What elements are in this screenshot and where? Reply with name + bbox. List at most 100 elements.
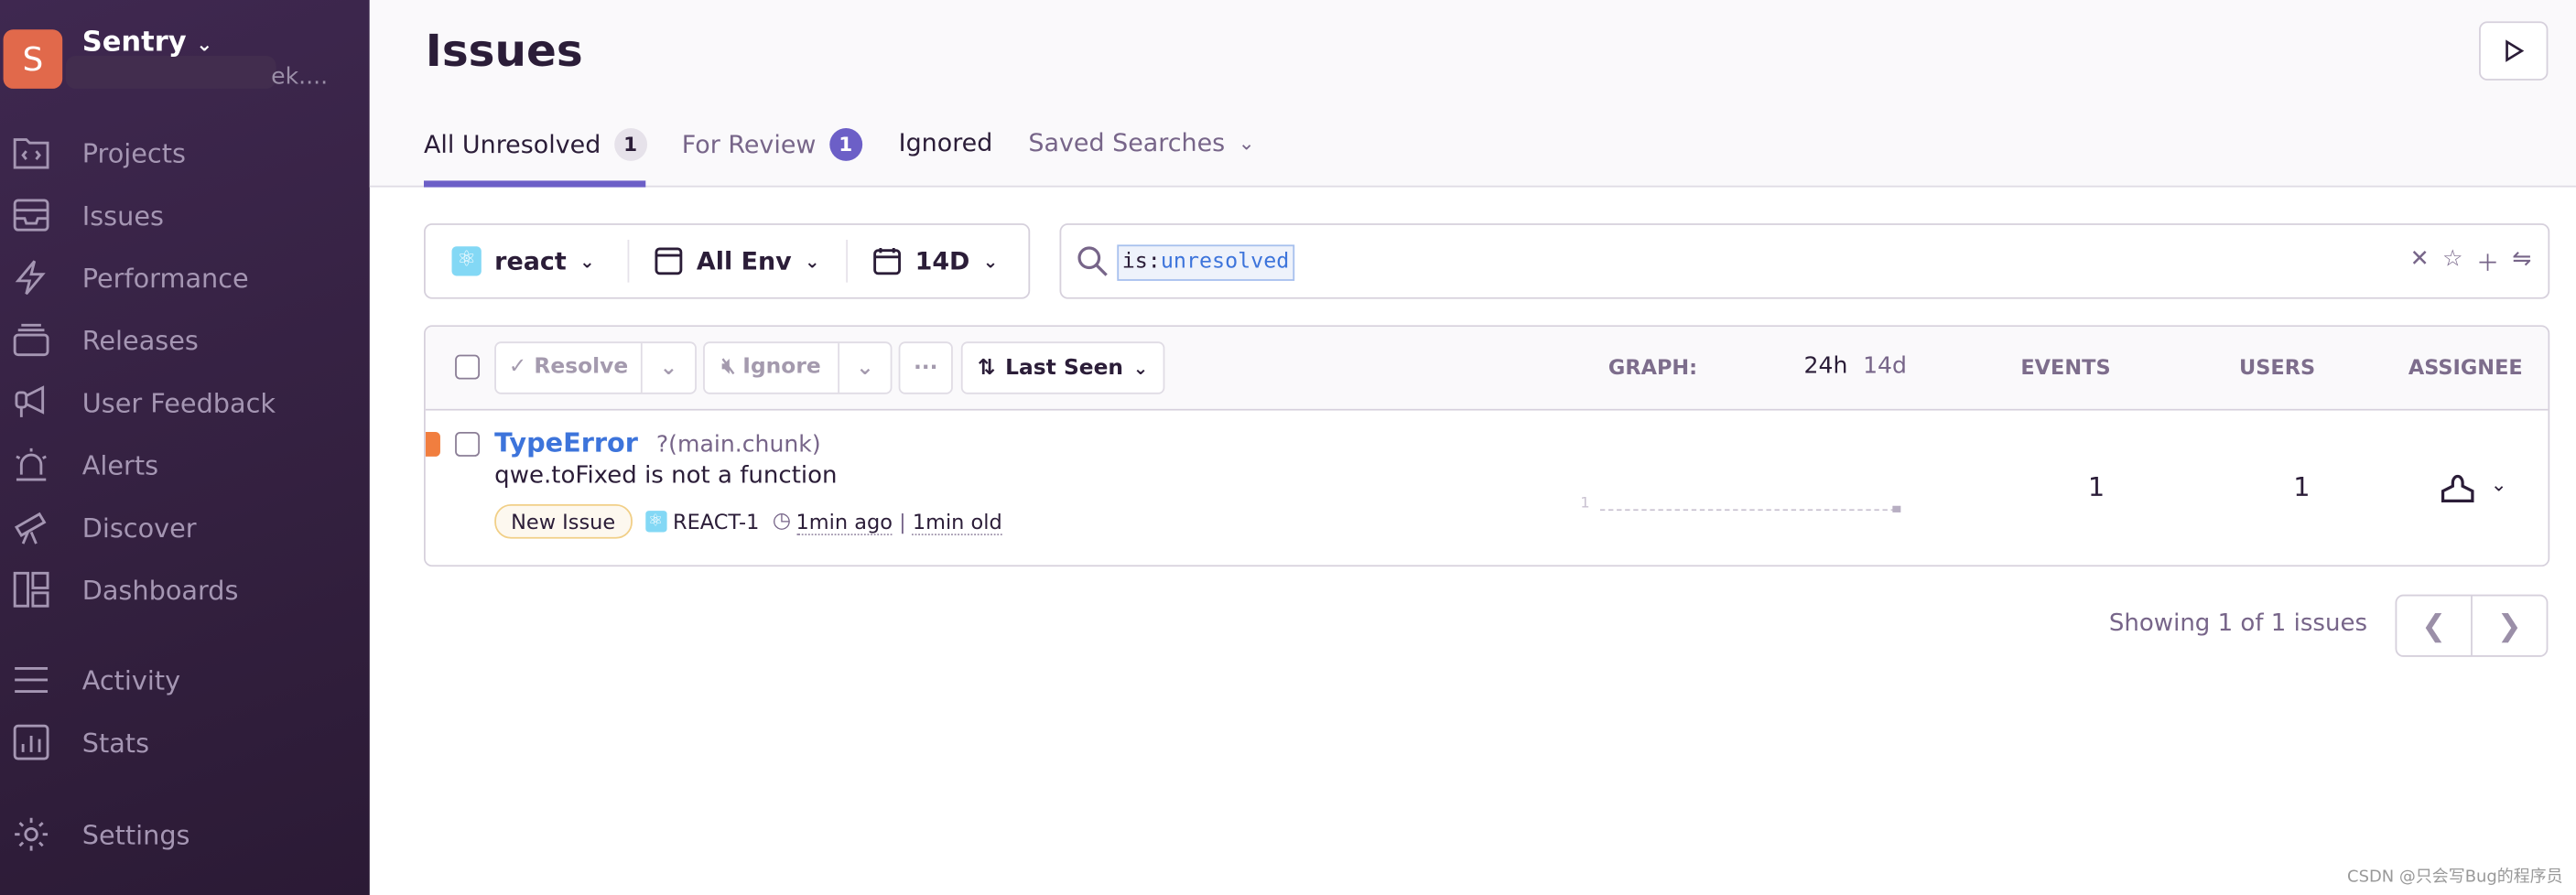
- pagination: ❮ ❯: [2395, 594, 2549, 657]
- sidebar-item-activity[interactable]: Activity: [0, 655, 370, 705]
- ignore-button[interactable]: 🔇︎ Ignore: [705, 343, 840, 393]
- resolve-button[interactable]: ✓ Resolve: [496, 343, 643, 393]
- sort-button[interactable]: ⇅ Last Seen ⌄: [960, 341, 1165, 394]
- events-count: 1: [2087, 471, 2105, 503]
- megaphone-icon: [15, 385, 45, 417]
- tab-ignored[interactable]: Ignored: [899, 128, 993, 157]
- search-token[interactable]: is:unresolved: [1117, 244, 1294, 281]
- page-filters: ⚛ react ⌄ All Env ⌄ 14D ⌄: [424, 223, 1031, 299]
- dashboard-icon: [13, 571, 49, 608]
- stack-icon: [13, 323, 49, 357]
- sidebar-item-issues[interactable]: Issues: [0, 190, 370, 240]
- chevron-down-icon[interactable]: ⌄: [839, 356, 891, 381]
- next-page-button[interactable]: ❯: [2473, 596, 2547, 655]
- resolve-button-group: ✓ Resolve ⌄: [494, 341, 697, 394]
- issue-checkbox[interactable]: [455, 431, 481, 457]
- sidebar: S Sentry ⌄ ek.... Projects Issues Perfor…: [0, 0, 370, 895]
- new-issue-badge: New Issue: [494, 503, 633, 539]
- chevron-down-icon: ⌄: [805, 250, 820, 273]
- issue-culprit: ?(main.chunk): [655, 431, 821, 458]
- close-icon[interactable]: ✕: [2410, 246, 2430, 279]
- issue-list: ✓ Resolve ⌄ 🔇︎ Ignore ⌄ ··· ⇅ Last Seen ⌄ …: [424, 325, 2550, 567]
- tab-label: For Review: [681, 129, 817, 160]
- siren-icon: [16, 448, 47, 481]
- issue-row[interactable]: TypeError ?(main.chunk) qwe.toFixed is n…: [425, 410, 2549, 566]
- issue-list-header: ✓ Resolve ⌄ 🔇︎ Ignore ⌄ ··· ⇅ Last Seen ⌄ …: [425, 327, 2549, 411]
- bar-chart-icon: [13, 724, 49, 760]
- pin-icon[interactable]: ☆: [2442, 246, 2463, 279]
- tab-saved-searches[interactable]: Saved Searches ⌄: [1028, 128, 1254, 157]
- sparkline: [1599, 509, 1896, 512]
- check-icon: ✓: [508, 354, 527, 380]
- tab-for-review[interactable]: For Review 1: [681, 127, 862, 161]
- assignee-column-header: ASSIGNEE: [2408, 354, 2523, 380]
- org-switcher[interactable]: Sentry ⌄: [82, 27, 213, 59]
- project-label: react: [494, 246, 567, 276]
- sidebar-item-label: Alerts: [81, 448, 159, 480]
- sidebar-item-releases[interactable]: Releases: [0, 316, 370, 365]
- sidebar-item-label: Issues: [81, 199, 164, 232]
- page-header: Issues All Unresolved 1 For Review 1 Ignor…: [369, 0, 2576, 188]
- issue-age: 1min old: [912, 509, 1002, 536]
- sidebar-item-label: Projects: [81, 136, 186, 168]
- sidebar-item-alerts[interactable]: Alerts: [0, 440, 370, 490]
- search-input[interactable]: is:unresolved ✕ ☆ ＋ ⇋: [1059, 223, 2550, 299]
- org-name: Sentry: [81, 26, 187, 59]
- watermark: CSDN @只会写Bug的程序员: [2347, 868, 2563, 888]
- assignee-selector[interactable]: ⌄: [2438, 465, 2507, 504]
- short-id[interactable]: REACT-1: [673, 509, 759, 534]
- sidebar-item-label: Releases: [81, 324, 199, 356]
- chevron-down-icon[interactable]: ⌄: [643, 356, 695, 381]
- window-icon: [655, 247, 683, 275]
- chevron-down-icon: ⌄: [1132, 357, 1149, 379]
- sidebar-item-performance[interactable]: Performance: [0, 253, 370, 302]
- sidebar-item-stats[interactable]: Stats: [0, 717, 370, 767]
- sidebar-item-user-feedback[interactable]: User Feedback: [0, 378, 370, 427]
- graph-14d-toggle[interactable]: 14d: [1863, 353, 1907, 380]
- redacted-area: [65, 56, 276, 89]
- inbox-icon: [13, 199, 49, 232]
- prev-page-button[interactable]: ❮: [2397, 596, 2473, 656]
- telescope-icon: [14, 512, 47, 545]
- sidebar-item-label: Activity: [81, 663, 181, 696]
- more-actions-button[interactable]: ···: [898, 341, 953, 394]
- count-badge: 1: [828, 127, 862, 161]
- period-label: 14D: [915, 246, 970, 276]
- react-icon: ⚛: [644, 511, 666, 533]
- ignore-button-group: 🔇︎ Ignore ⌄: [703, 341, 893, 394]
- tab-label: All Unresolved: [424, 129, 601, 160]
- select-all-checkbox[interactable]: [455, 354, 481, 380]
- sliders-icon[interactable]: ⇋: [2512, 246, 2531, 279]
- sidebar-item-settings[interactable]: Settings: [0, 810, 370, 859]
- sidebar-item-label: Settings: [81, 818, 190, 850]
- resolve-label: Resolve: [534, 354, 629, 380]
- sidebar-item-label: Stats: [81, 727, 150, 759]
- plus-icon[interactable]: ＋: [2476, 246, 2499, 279]
- play-icon: [2506, 39, 2525, 62]
- issue-title[interactable]: TypeError: [494, 427, 638, 458]
- users-column-header: USERS: [2239, 354, 2316, 380]
- play-tour-button[interactable]: [2479, 21, 2549, 81]
- active-tab-indicator: [424, 180, 646, 188]
- sidebar-item-projects[interactable]: Projects: [0, 128, 370, 178]
- graph-label: GRAPH:: [1607, 354, 1698, 380]
- org-avatar[interactable]: S: [3, 29, 63, 89]
- search-icon: [1077, 246, 1108, 276]
- tab-all-unresolved[interactable]: All Unresolved 1: [424, 127, 647, 161]
- calendar-icon: [873, 247, 901, 275]
- sparkline-point: [1892, 505, 1901, 512]
- page-title: Issues: [425, 26, 583, 78]
- token-value: unresolved: [1160, 249, 1290, 275]
- environment-selector[interactable]: All Env ⌄: [654, 225, 820, 297]
- mute-icon: 🔇︎: [721, 354, 736, 380]
- sidebar-item-dashboards[interactable]: Dashboards: [0, 565, 370, 614]
- folder-code-icon: [13, 138, 49, 169]
- sort-icon: ⇅: [977, 355, 996, 381]
- date-selector[interactable]: 14D ⌄: [872, 225, 998, 297]
- graph-24h-toggle[interactable]: 24h: [1803, 353, 1847, 380]
- count-badge: 1: [613, 127, 647, 161]
- chevron-down-icon: ⌄: [1238, 131, 1255, 155]
- project-selector[interactable]: ⚛ react ⌄: [451, 225, 595, 297]
- sidebar-item-discover[interactable]: Discover: [0, 502, 370, 552]
- chevron-down-icon: ⌄: [2490, 472, 2507, 496]
